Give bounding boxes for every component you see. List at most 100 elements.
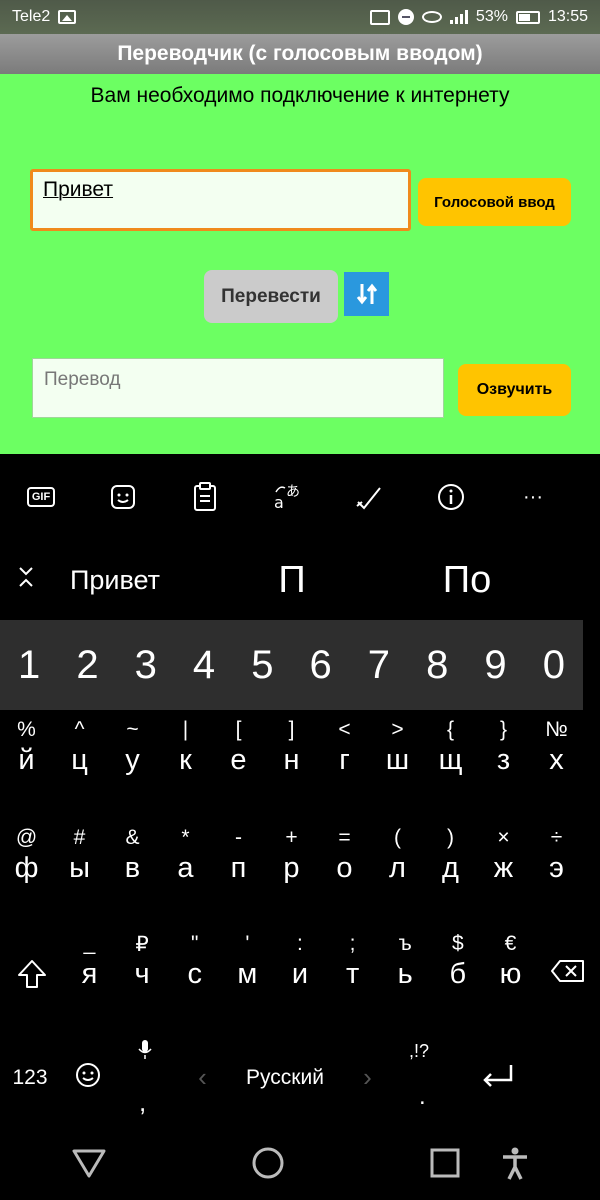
letter-key[interactable]: (л	[371, 826, 424, 885]
number-key[interactable]: 4	[175, 643, 233, 688]
key-secondary-label: +	[285, 826, 298, 849]
battery-icon	[515, 10, 540, 24]
letter-key[interactable]: = о	[318, 826, 371, 885]
letter-key[interactable]: -п	[212, 826, 265, 885]
number-key[interactable]: 3	[117, 643, 175, 688]
translate-button[interactable]: Перевести	[204, 270, 338, 323]
draw-icon[interactable]	[328, 455, 410, 539]
key-primary-label: р	[283, 852, 300, 884]
clipboard-icon[interactable]	[164, 455, 246, 539]
letter-key[interactable]: × ж	[477, 826, 530, 885]
number-key[interactable]: 2	[58, 643, 116, 688]
letter-key[interactable]: + р	[265, 826, 318, 885]
letter-key[interactable]: @ ф	[0, 826, 53, 885]
translate-icon[interactable]: aあ	[246, 455, 328, 539]
gif-icon[interactable]: GIF	[0, 455, 82, 539]
punctuation-key[interactable]: ,!? .	[395, 1035, 450, 1120]
letter-key[interactable]: & в	[106, 826, 159, 885]
home-icon[interactable]	[250, 1145, 286, 1181]
shift-key[interactable]	[0, 932, 63, 995]
info-icon[interactable]	[410, 455, 492, 539]
suggestion-3[interactable]: По	[382, 559, 552, 602]
number-key[interactable]: 1	[0, 643, 58, 688]
key-secondary-label: $	[452, 932, 464, 955]
number-key[interactable]: 8	[408, 643, 466, 688]
letter-key[interactable]: :и	[274, 932, 327, 995]
key-secondary-label: <	[338, 718, 351, 741]
number-key[interactable]: 6	[291, 643, 349, 688]
letter-key[interactable]: [е	[212, 718, 265, 777]
cursor-left-icon[interactable]: ‹	[175, 1062, 230, 1093]
punctuation-label: ,!?	[409, 1041, 430, 1061]
source-text-input[interactable]: Привет	[30, 169, 411, 231]
letter-key[interactable]: € ю	[484, 932, 537, 995]
translation-output[interactable]: Перевод	[32, 358, 444, 418]
key-secondary-label: )	[447, 826, 454, 849]
number-key[interactable]: 9	[466, 643, 524, 688]
more-icon[interactable]: ···	[492, 455, 574, 539]
letter-key[interactable]: ÷ э	[530, 826, 583, 885]
collapse-suggestions-icon[interactable]	[0, 566, 52, 594]
key-primary-label: л	[389, 852, 406, 884]
cursor-right-icon[interactable]: ›	[340, 1062, 395, 1093]
do-not-disturb-icon	[397, 9, 414, 25]
number-key[interactable]: 0	[525, 643, 583, 688]
voice-input-button[interactable]: Голосовой ввод	[418, 178, 571, 226]
letter-key[interactable]: * а	[159, 826, 212, 885]
letter-key[interactable]: < г	[318, 718, 371, 777]
backspace-key[interactable]	[537, 932, 600, 995]
key-primary-label: ж	[493, 852, 514, 884]
number-key[interactable]: 7	[350, 643, 408, 688]
letter-key[interactable]: % й	[0, 718, 53, 777]
swap-languages-button[interactable]	[344, 272, 389, 316]
voice-comma-key[interactable]: ,	[115, 1035, 175, 1120]
key-secondary-label: (	[394, 826, 401, 849]
image-notification-icon	[58, 10, 77, 24]
source-text-value: Привет	[43, 178, 114, 201]
emoji-key[interactable]	[60, 1062, 115, 1094]
key-primary-label: х	[549, 744, 564, 776]
speak-button[interactable]: Озвучить	[458, 364, 571, 416]
back-icon[interactable]	[71, 1147, 107, 1179]
language-spacebar[interactable]: Русский	[230, 1066, 340, 1090]
letter-key[interactable]: $ б	[432, 932, 485, 995]
sticker-icon[interactable]	[82, 455, 164, 539]
app-title: Переводчик (с голосовым вводом)	[0, 34, 600, 74]
letter-key[interactable]: ъь	[379, 932, 432, 995]
letter-key[interactable]: ' м	[221, 932, 274, 995]
letter-key[interactable]: ₽ ч	[116, 932, 169, 995]
letter-key[interactable]: | к	[159, 718, 212, 777]
shift-icon	[17, 960, 46, 988]
letter-key[interactable]: ^ ц	[53, 718, 106, 777]
letter-key[interactable]: {щ	[424, 718, 477, 777]
letter-key[interactable]: _ я	[63, 932, 116, 995]
recents-icon[interactable]	[429, 1147, 461, 1179]
number-key[interactable]: 5	[233, 643, 291, 688]
letter-key[interactable]: # ы	[53, 826, 106, 885]
key-primary-label: ш	[385, 744, 410, 776]
key-primary-label: н	[283, 744, 300, 776]
enter-icon	[482, 1064, 512, 1087]
suggestion-2[interactable]: П	[202, 559, 382, 602]
symbols-key[interactable]: 123	[0, 1066, 60, 1090]
key-row-2: @ ф # ы & в * а - п + р = о(л) д × ж ÷ э	[0, 826, 583, 885]
letter-key[interactable]: > ш	[371, 718, 424, 777]
svg-text:a: a	[274, 493, 284, 512]
enter-key[interactable]	[450, 1062, 545, 1094]
accessibility-icon[interactable]	[501, 1146, 529, 1180]
letter-key[interactable]: } з	[477, 718, 530, 777]
clock: 13:55	[547, 8, 588, 25]
letter-key[interactable]: № х	[530, 718, 583, 777]
suggestion-1[interactable]: Привет	[52, 565, 202, 596]
letter-key[interactable]: " с	[168, 932, 221, 995]
letter-key[interactable]: ; т	[326, 932, 379, 995]
backspace-icon	[551, 960, 585, 982]
emoji-icon	[75, 1062, 100, 1087]
letter-key[interactable]: ] н	[265, 718, 318, 777]
app-content: Вам необходимо подключение к интернету П…	[0, 74, 600, 454]
letter-key[interactable]: ) д	[424, 826, 477, 885]
key-secondary-label: "	[190, 932, 199, 955]
key-secondary-label: ^	[74, 718, 85, 741]
letter-key[interactable]: ~ у	[106, 718, 159, 777]
swap-icon	[356, 283, 377, 305]
